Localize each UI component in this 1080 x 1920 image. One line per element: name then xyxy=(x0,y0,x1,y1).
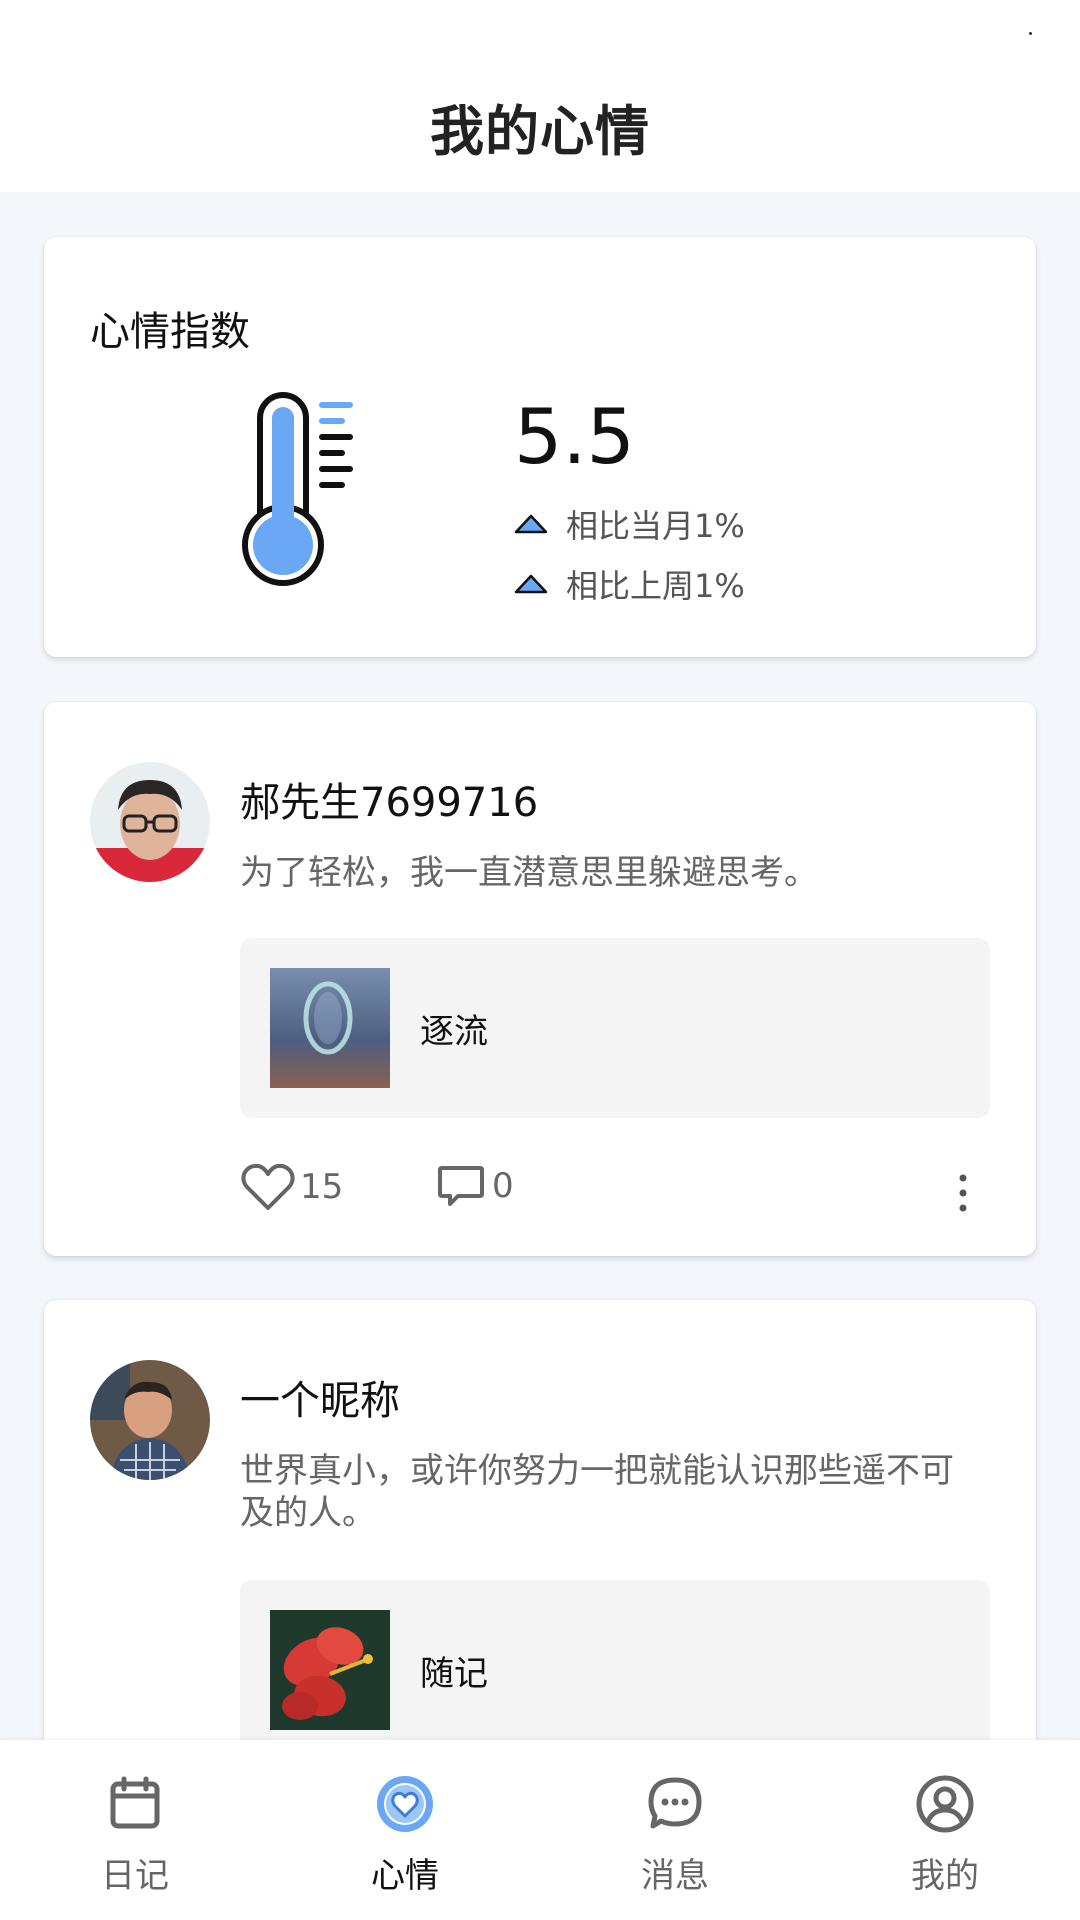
more-options-icon[interactable] xyxy=(956,1172,970,1214)
attachment-thumbnail xyxy=(270,968,390,1088)
mood-index-card: 心情指数 5.5 相比当月1% 相比上周1% xyxy=(44,237,1036,657)
post-text: 世界真小，或许你努力一把就能认识那些遥不可及的人。 xyxy=(240,1451,954,1533)
post-card[interactable]: 郝先生7699716 为了轻松，我一直潜意思里躲避思考。 逐流 15 0 xyxy=(44,702,1036,1256)
tab-profile-label: 我的 xyxy=(911,1856,979,1896)
post-actions: 15 0 xyxy=(240,1162,990,1222)
tab-messages-label: 消息 xyxy=(641,1856,709,1896)
tab-messages[interactable]: 消息 xyxy=(540,1740,810,1920)
attachment-label: 随记 xyxy=(420,1654,488,1694)
mood-index-value: 5.5 xyxy=(514,392,635,481)
attachment-thumbnail xyxy=(270,1610,390,1730)
heart-outline-icon xyxy=(241,1163,295,1210)
tab-diary[interactable]: 日记 xyxy=(0,1740,270,1920)
post-attachment[interactable]: 随记 xyxy=(240,1580,990,1740)
trend-up-icon xyxy=(514,574,548,594)
user-icon xyxy=(916,1775,974,1833)
thermometer-icon xyxy=(242,392,353,586)
status-bar xyxy=(0,0,1080,60)
compare-month-row: 相比当月1% xyxy=(514,501,745,547)
compare-week-text: 相比上周1% xyxy=(566,567,745,605)
compare-month-text: 相比当月1% xyxy=(566,507,745,545)
comment-count: 0 xyxy=(492,1166,514,1206)
comment-icon xyxy=(438,1166,484,1206)
bottom-tab-bar: 日记 心情 消息 我的 xyxy=(0,1740,1080,1920)
chat-icon xyxy=(648,1777,702,1829)
comment-button[interactable]: 0 xyxy=(436,1162,514,1210)
page-header: 我的心情 xyxy=(0,60,1080,192)
calendar-icon xyxy=(110,1776,160,1829)
avatar[interactable] xyxy=(90,762,210,882)
mood-index-title: 心情指数 xyxy=(90,309,250,355)
like-button[interactable]: 15 xyxy=(240,1162,343,1212)
feed-content[interactable]: 心情指数 5.5 相比当月1% 相比上周1% 郝先生7699716 为了轻松，我… xyxy=(0,192,1080,1740)
avatar-image xyxy=(90,1360,210,1480)
avatar[interactable] xyxy=(90,1360,210,1480)
avatar-image xyxy=(90,762,210,882)
post-text: 为了轻松，我一直潜意思里躲避思考。 xyxy=(240,853,818,893)
attachment-label: 逐流 xyxy=(420,1012,488,1052)
heart-icon xyxy=(377,1776,433,1832)
tab-mood-label: 心情 xyxy=(371,1856,439,1896)
tab-profile[interactable]: 我的 xyxy=(810,1740,1080,1920)
compare-week-row: 相比上周1% xyxy=(514,561,745,607)
post-author-name[interactable]: 郝先生7699716 xyxy=(240,770,538,828)
trend-up-icon xyxy=(514,514,548,534)
tab-diary-label: 日记 xyxy=(101,1856,169,1896)
post-author-name[interactable]: 一个昵称 xyxy=(240,1368,400,1426)
page-title: 我的心情 xyxy=(430,99,650,163)
tab-mood[interactable]: 心情 xyxy=(270,1740,540,1920)
status-indicator xyxy=(1029,32,1032,35)
like-count: 15 xyxy=(300,1167,344,1207)
post-card[interactable]: 一个昵称 世界真小，或许你努力一把就能认识那些遥不可及的人。 随记 xyxy=(44,1300,1036,1740)
post-attachment[interactable]: 逐流 xyxy=(240,938,990,1118)
